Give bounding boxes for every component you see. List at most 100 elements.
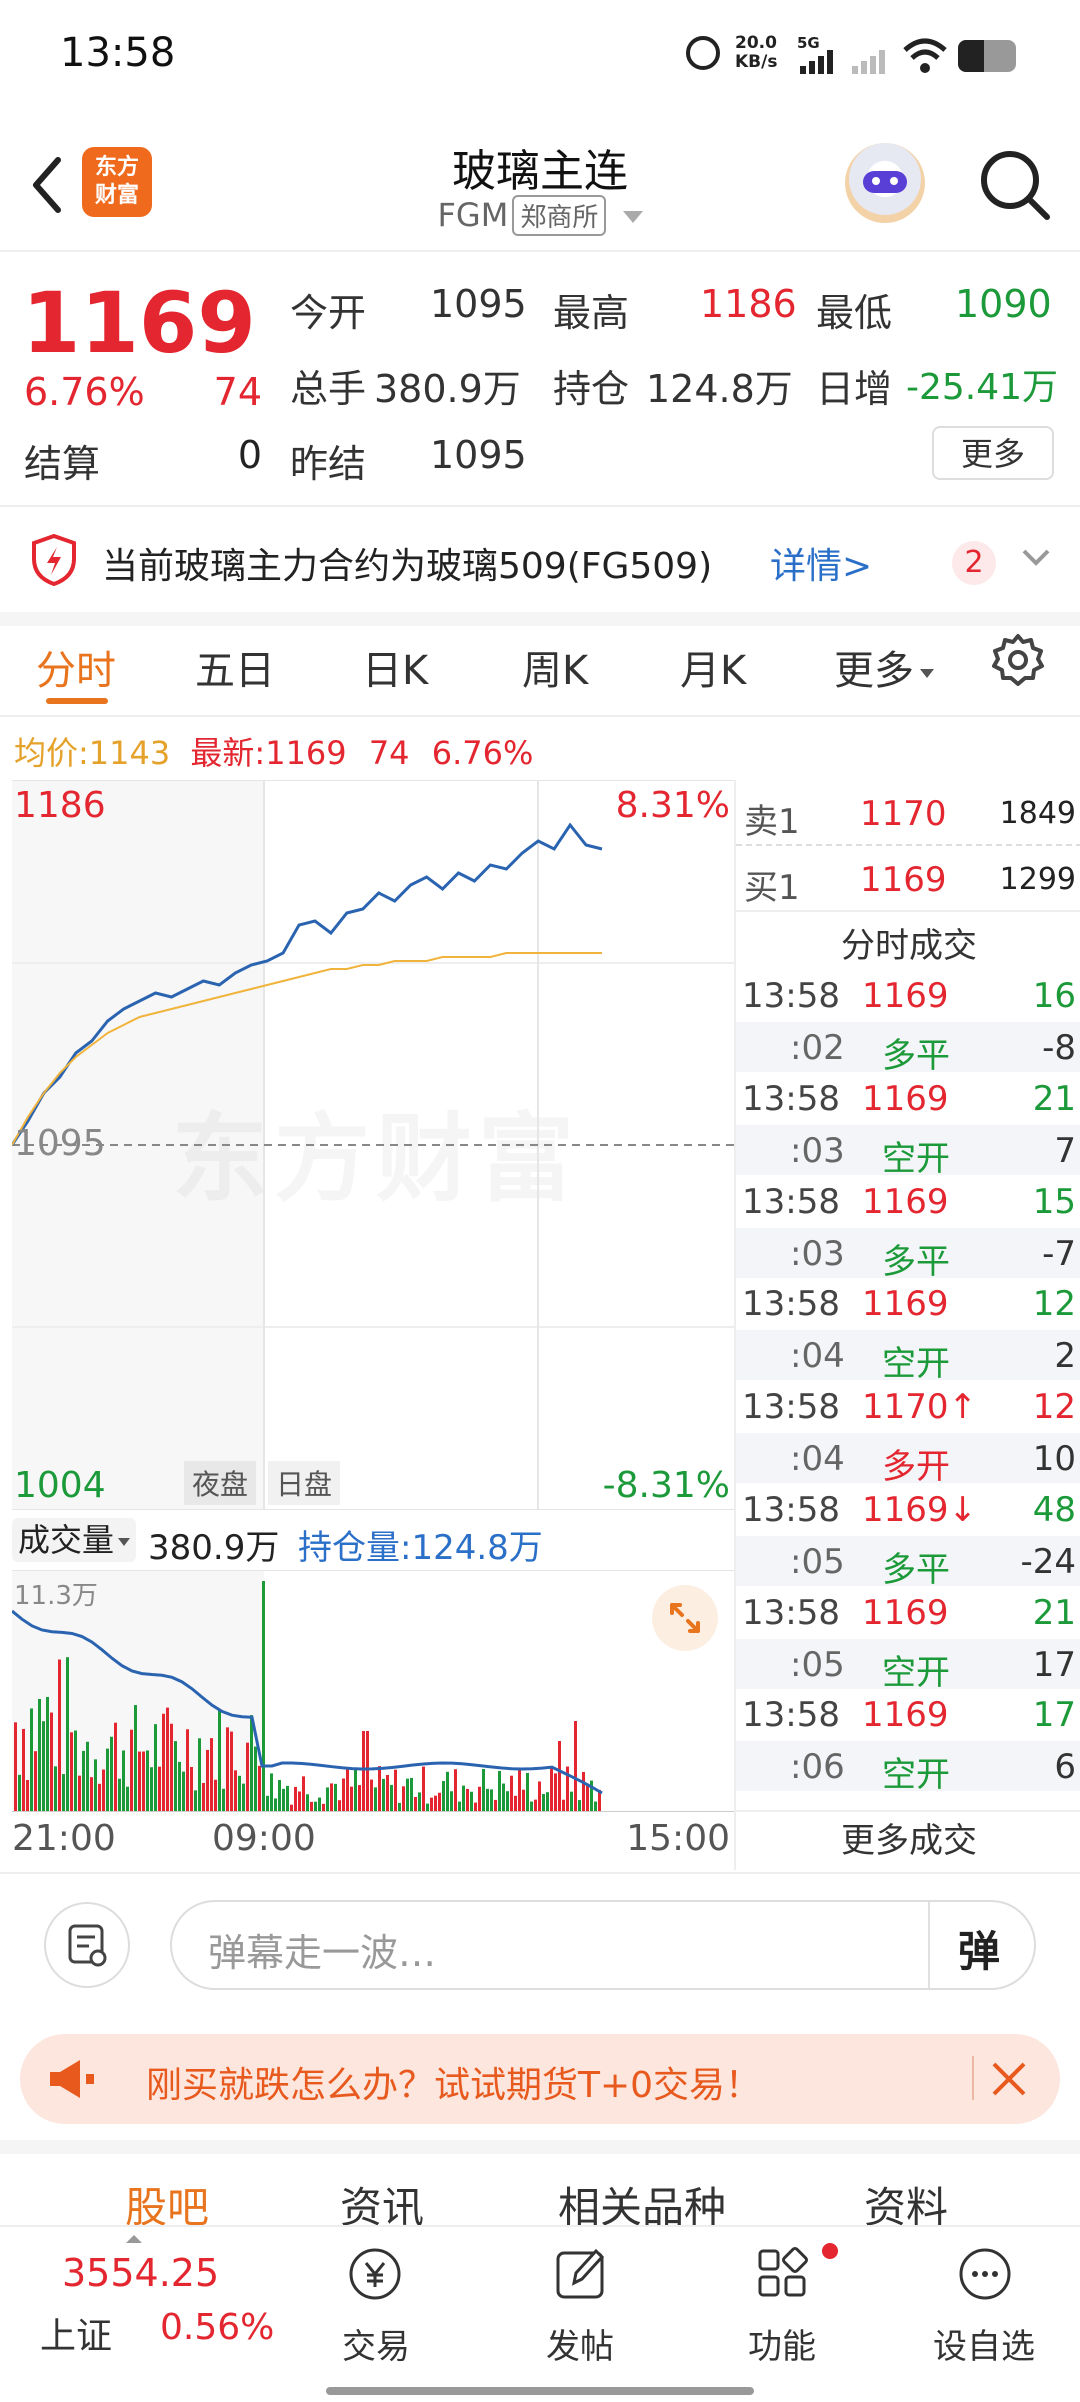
promo-banner[interactable]: 刚买就跌怎么办？试试期货T+0交易！ [20,2034,1060,2124]
trade-price: 1169 [862,1284,949,1325]
volume-selector[interactable]: 成交量 [12,1518,137,1562]
oi-label: 持仓 [553,367,630,411]
nav-watchlist-label: 设自选 [933,2327,1035,2367]
more-dots-icon [952,2241,1018,2311]
volume-bar [82,1750,85,1811]
volume-chart[interactable]: 11.3万 [12,1570,734,1812]
y-top-label: 1186 [14,785,106,826]
volume-value: 380.9万 [148,1528,280,1568]
nav-trade[interactable]: 交易 [296,2227,456,2402]
volume-bar [462,1785,465,1811]
edit-pencil-icon [548,2241,614,2311]
volume-bar [494,1799,497,1811]
volume-bar [482,1768,485,1811]
avg-label: 均价: [14,734,89,772]
trade-subtime: :03 [790,1130,845,1171]
trade-price: 1169 [862,1078,949,1119]
trade-type-volume: -7 [1042,1233,1076,1274]
nav-post[interactable]: 发帖 [500,2227,660,2402]
search-icon[interactable] [975,145,1055,225]
more-button[interactable]: 更多 [932,426,1054,480]
ask-side: 卖1 [744,802,800,842]
volume-bar [298,1791,301,1811]
settle-label: 结算 [24,442,101,486]
volume-bar [102,1769,105,1811]
volume-bar [526,1772,529,1811]
volume-bar [594,1801,597,1811]
volume-bar [98,1783,101,1811]
volume-bar [166,1707,169,1811]
volume-bar [382,1778,385,1811]
trade-row: 13:58 1169↓ 48 [736,1484,1080,1536]
volume-bar [558,1741,561,1811]
expand-icon[interactable] [652,1585,718,1651]
close-icon[interactable] [986,2056,1032,2106]
tab-intraday[interactable]: 分时 [36,638,116,696]
high-label: 最高 [553,291,630,335]
volume-bar [346,1768,349,1811]
trade-type-volume: 2 [1054,1336,1076,1377]
volume-bar [366,1731,369,1811]
trade-type: 空开 [882,1755,950,1796]
notice-detail-link[interactable]: 详情> [770,537,872,589]
trades-title: 分时成交 [841,926,977,966]
danmu-placeholder: 弹幕走一波… [208,1931,437,1975]
comment-list-icon[interactable] [44,1902,130,1988]
volume-bar [562,1799,565,1811]
trade-type: 多平 [882,1036,950,1076]
trade-row: 13:58 1170↑ 12 [736,1381,1080,1433]
volume-bar [358,1785,361,1811]
trade-subrow: :04 空开 2 [736,1330,1080,1384]
volume-bar [374,1787,377,1811]
trade-time: 13:58 [742,1489,840,1530]
volume-bar [70,1732,73,1811]
chevron-down-icon[interactable] [1020,545,1052,573]
volume-header: 成交量 380.9万 持仓量:124.8万 [12,1512,734,1570]
volume-bar [362,1731,365,1811]
comment-bar: 弹幕走一波… 弹 [0,1872,1080,2014]
volume-bar [426,1803,429,1811]
volume-bar [14,1722,17,1811]
trade-yen-icon [342,2241,408,2311]
intraday-chart[interactable]: 东方财富 1186 8.31% 1095 1004 -8.31% 夜盘 日盘 [12,780,734,1510]
index-pct: 0.56% [160,2307,275,2348]
robot-assistant-icon[interactable] [845,143,925,223]
high-value: 1186 [700,282,797,326]
volume-bar [38,1698,41,1811]
tab-day-k[interactable]: 日K [362,638,428,696]
volume-bar [50,1712,53,1811]
volume-bar [34,1751,37,1811]
volume-bar [446,1771,449,1811]
more-trades-button[interactable]: 更多成交 [736,1810,1080,1872]
danmu-toggle-button[interactable]: 弹 [958,1918,1000,1979]
chart-info-line: 均价:1143 最新:1169 74 6.76% [14,728,533,774]
danmu-input[interactable]: 弹幕走一波… 弹 [170,1900,1036,1990]
settings-gear-icon[interactable] [990,632,1046,692]
tab-month-k[interactable]: 月K [680,638,746,696]
ask-price: 1170 [860,794,947,834]
nav-watchlist[interactable]: 设自选 [904,2227,1064,2402]
volume-bar [122,1750,125,1811]
index-ticker[interactable]: 3554.25 上证 0.56% [0,2227,300,2402]
tab-more-label: 更多 [834,648,914,694]
trade-price: 1169 [862,1592,949,1633]
notification-dot [822,2243,838,2259]
latest-value: 1169 [265,734,347,772]
tab-five-day[interactable]: 五日 [195,638,275,696]
volume-bar [290,1804,293,1811]
tab-week-k[interactable]: 周K [522,638,588,696]
volume-bar [286,1785,289,1811]
main-contract-notice[interactable]: 当前玻璃主力合约为玻璃509(FG509) 详情> 2 [0,505,1080,626]
trade-volume: 12 [1032,1387,1076,1427]
trade-subtime: :04 [790,1336,845,1377]
nav-function[interactable]: 功能 [702,2227,862,2402]
volume-bar [442,1781,445,1811]
tab-more[interactable]: 更多 [834,638,934,696]
volume-bar [174,1741,177,1811]
trade-time: 13:58 [742,976,840,1016]
volume-bar [342,1778,345,1811]
volume-bar [242,1783,245,1811]
volume-bar [218,1710,221,1811]
volume-bar [186,1729,189,1811]
trade-subrow: :03 空开 7 [736,1124,1080,1179]
